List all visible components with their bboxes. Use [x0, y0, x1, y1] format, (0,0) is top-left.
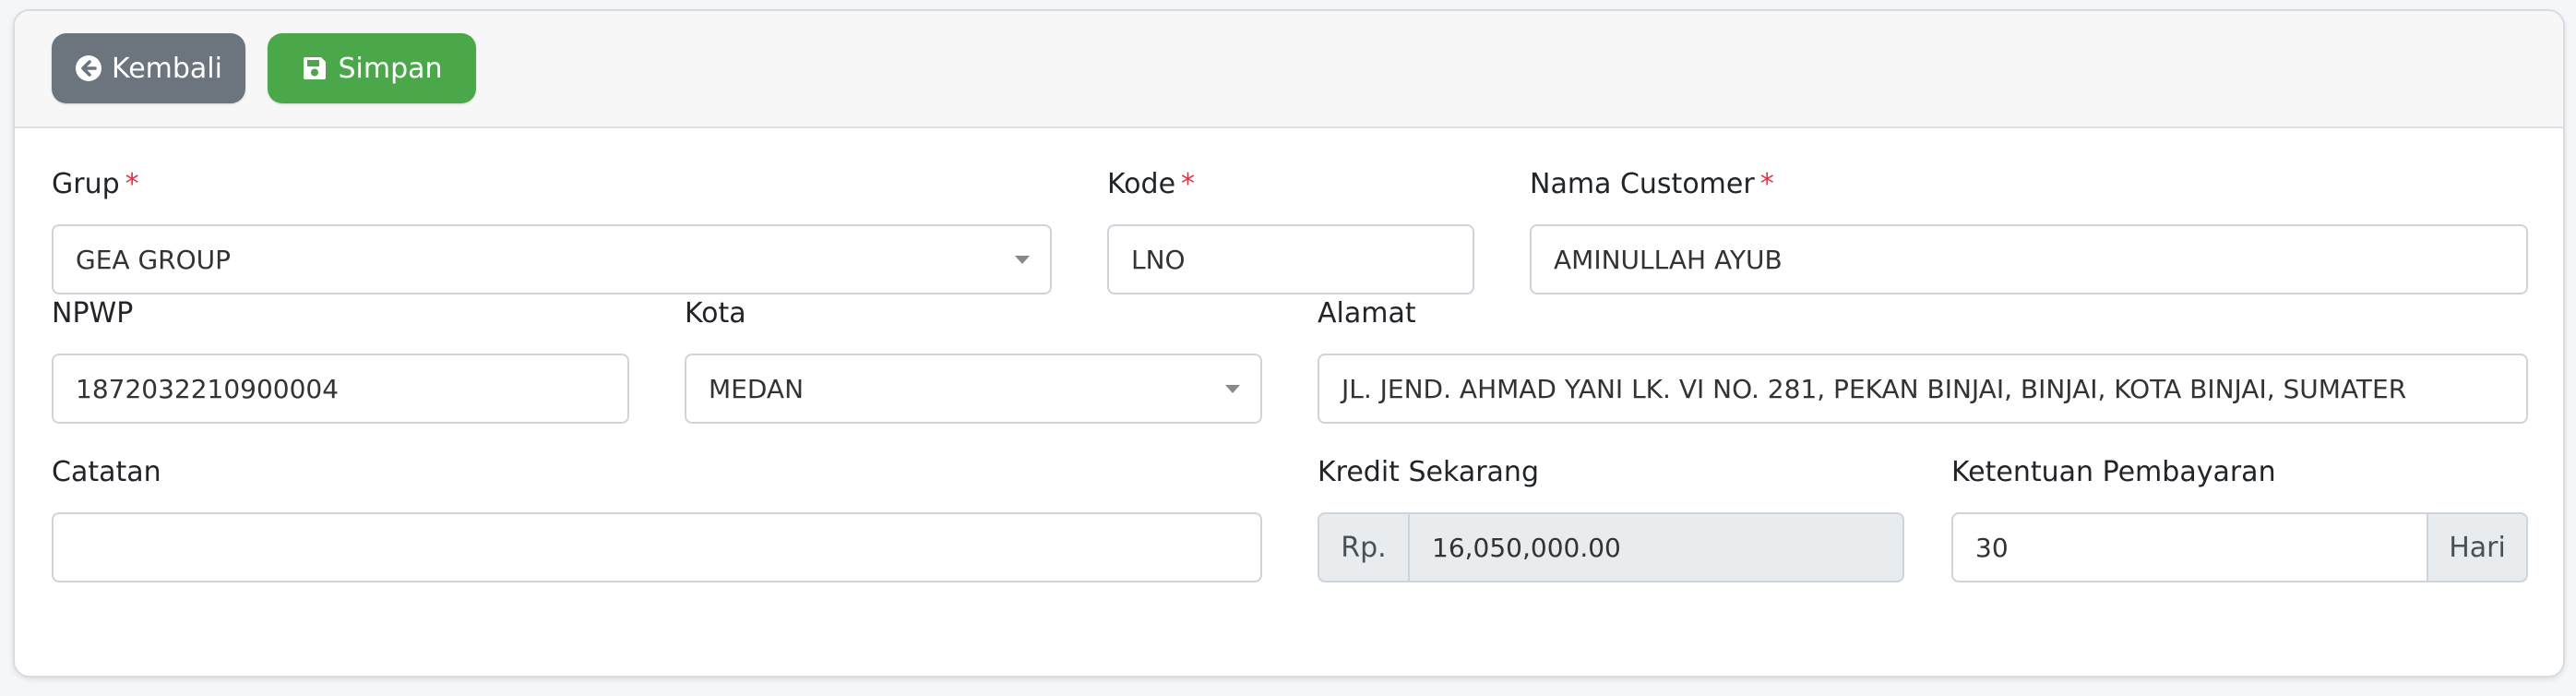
alamat-input[interactable]: JL. JEND. AHMAD YANI LK. VI NO. 281, PEK… [1318, 354, 2528, 424]
kota-select[interactable]: MEDAN [685, 354, 1262, 424]
required-marker: * [1759, 168, 1774, 200]
kode-label-text: Kode [1107, 168, 1176, 200]
kota-select-value: MEDAN [709, 373, 805, 404]
kredit-sekarang-input: 16,050,000.00 [1408, 512, 1904, 582]
customer-form-card: Kembali Simpan Grup * GEA GROUP Kode * LNO… [13, 9, 2565, 678]
grup-select[interactable]: GEA GROUP [52, 224, 1052, 294]
save-button[interactable]: Simpan [268, 33, 476, 103]
grup-label: Grup * [52, 168, 139, 200]
currency-prefix: Rp. [1318, 512, 1410, 582]
kode-label: Kode * [1107, 168, 1195, 200]
ketentuan-pembayaran-value: 30 [1975, 532, 2009, 563]
npwp-label: NPWP [52, 297, 133, 330]
floppy-disk-icon [301, 54, 328, 82]
catatan-label-text: Catatan [52, 456, 161, 488]
required-marker: * [1181, 168, 1196, 200]
kode-input-value: LNO [1131, 244, 1186, 275]
kredit-sekarang-value: 16,050,000.00 [1432, 532, 1621, 563]
alamat-label: Alamat [1318, 297, 1416, 330]
days-suffix-text: Hari [2449, 531, 2506, 564]
caret-down-icon [1015, 256, 1030, 264]
nama-customer-input-value: AMINULLAH AYUB [1554, 244, 1783, 275]
nama-customer-input[interactable]: AMINULLAH AYUB [1530, 224, 2528, 294]
arrow-circle-left-icon [75, 54, 102, 82]
npwp-input-value: 1872032210900004 [76, 373, 340, 404]
alamat-input-value: JL. JEND. AHMAD YANI LK. VI NO. 281, PEK… [1342, 373, 2407, 404]
catatan-input[interactable] [52, 512, 1262, 582]
grup-select-value: GEA GROUP [76, 244, 232, 275]
ketentuan-pembayaran-label: Ketentuan Pembayaran [1951, 456, 2276, 488]
caret-down-icon [1225, 385, 1240, 393]
card-header: Kembali Simpan [15, 11, 2563, 128]
kode-input[interactable]: LNO [1107, 224, 1474, 294]
currency-prefix-text: Rp. [1341, 531, 1387, 564]
kota-label: Kota [685, 297, 746, 330]
back-button[interactable]: Kembali [52, 33, 245, 103]
ketentuan-pembayaran-input[interactable]: 30 [1951, 512, 2428, 582]
grup-label-text: Grup [52, 168, 120, 200]
days-suffix: Hari [2427, 512, 2528, 582]
kota-label-text: Kota [685, 297, 746, 330]
catatan-label: Catatan [52, 456, 161, 488]
nama-customer-label-text: Nama Customer [1530, 168, 1755, 200]
save-button-label: Simpan [338, 52, 443, 85]
ketentuan-pembayaran-label-text: Ketentuan Pembayaran [1951, 456, 2276, 488]
back-button-label: Kembali [112, 52, 222, 85]
alamat-label-text: Alamat [1318, 297, 1416, 330]
npwp-input[interactable]: 1872032210900004 [52, 354, 629, 424]
nama-customer-label: Nama Customer * [1530, 168, 1774, 200]
kredit-sekarang-label: Kredit Sekarang [1318, 456, 1539, 488]
required-marker: * [125, 168, 139, 200]
kredit-sekarang-label-text: Kredit Sekarang [1318, 456, 1539, 488]
npwp-label-text: NPWP [52, 297, 134, 330]
